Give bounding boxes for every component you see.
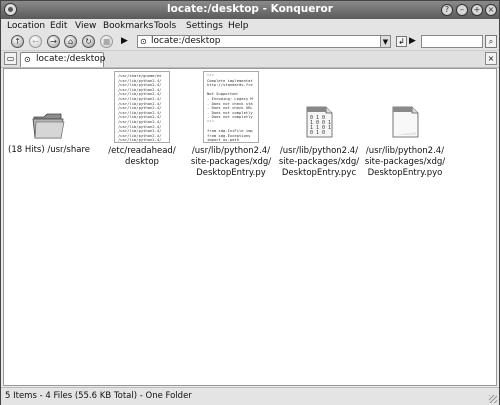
tab-label: locate:/desktop: [36, 54, 106, 64]
menu-settings[interactable]: Settings: [186, 21, 223, 31]
home-icon[interactable]: ⌂: [64, 35, 77, 48]
python-file-thumbnail-icon: """ Complete implementat http://standard…: [203, 71, 259, 143]
reload-icon[interactable]: ↻: [82, 35, 95, 48]
title-bar[interactable]: locate:/desktop - Konqueror ? – + ×: [1, 1, 499, 19]
file-item-folder[interactable]: (18 Hits) /usr/share: [6, 109, 92, 156]
main-toolbar: ↑ ← → ⌂ ↻ ■ ▶ ⊙ locate:/desktop ▼ ↲ ▶ ⌕: [1, 34, 499, 51]
location-dropdown-icon[interactable]: ▼: [381, 35, 391, 48]
menu-help[interactable]: Help: [228, 21, 249, 31]
up-arrow-icon[interactable]: ↑: [11, 35, 24, 48]
minimize-window-icon[interactable]: –: [456, 4, 468, 16]
stop-icon[interactable]: ■: [100, 35, 113, 48]
menu-edit[interactable]: Edit: [50, 21, 67, 31]
new-tab-icon[interactable]: ▭: [4, 52, 17, 65]
file-view[interactable]: (18 Hits) /usr/share /usr/share/gnome/ex…: [3, 68, 497, 386]
folder-icon: [32, 113, 65, 139]
svg-text:0 1 0: 0 1 0: [310, 130, 325, 136]
location-value: locate:/desktop: [151, 36, 221, 46]
file-item-label: (18 Hits) /usr/share: [8, 145, 90, 155]
search-location-icon: ⊙: [140, 37, 147, 46]
forward-arrow-icon[interactable]: →: [47, 35, 60, 48]
status-bar: 5 Items - 4 Files (55.6 KB Total) - One …: [1, 387, 499, 405]
file-item-desktopentry-py[interactable]: """ Complete implementat http://standard…: [188, 71, 274, 179]
close-window-icon[interactable]: ×: [485, 4, 497, 16]
menu-bar: Location Edit View Bookmarks Tools Setti…: [1, 19, 499, 34]
konqueror-window: locate:/desktop - Konqueror ? – + × Loca…: [0, 0, 500, 405]
file-item-label: /usr/lib/python2.4/ site-packages/xdg/ D…: [364, 146, 446, 178]
go-icon[interactable]: ↲: [396, 36, 407, 47]
text-file-thumbnail-icon: /usr/share/gnome/ex /usr/lib/python2.4/ …: [114, 71, 170, 143]
search-tab-icon: ⊙: [24, 55, 31, 64]
tab-bar: ▭ ⊙ locate:/desktop ×: [1, 51, 499, 68]
window-title: locate:/desktop - Konqueror: [167, 3, 333, 15]
menu-location[interactable]: Location: [7, 21, 45, 31]
search-label-icon: ▶: [409, 36, 416, 46]
file-item-desktopentry-pyc[interactable]: 0 1 0 1 0 0 1 1 1 0 1 0 1 0 /usr/lib/pyt…: [278, 105, 360, 179]
binary-file-icon: 0 1 0 1 0 0 1 1 1 0 1 0 1 0: [306, 106, 333, 138]
search-input[interactable]: [421, 35, 483, 48]
file-item-label: /usr/lib/python2.4/ site-packages/xdg/ D…: [190, 146, 272, 178]
file-item-label: /usr/lib/python2.4/ site-packages/xdg/ D…: [278, 146, 360, 178]
menu-view[interactable]: View: [75, 21, 96, 31]
location-input[interactable]: ⊙ locate:/desktop: [137, 35, 381, 48]
back-arrow-icon[interactable]: ←: [29, 35, 42, 48]
help-window-icon[interactable]: ?: [441, 4, 453, 16]
file-item-readahead[interactable]: /usr/share/gnome/ex /usr/lib/python2.4/ …: [101, 71, 183, 168]
tab-locate-desktop[interactable]: ⊙ locate:/desktop: [20, 52, 106, 67]
location-label-icon: ▶: [121, 36, 128, 46]
close-tab-icon[interactable]: ×: [485, 52, 497, 65]
menu-tools[interactable]: Tools: [154, 21, 176, 31]
file-item-desktopentry-pyo[interactable]: /usr/lib/python2.4/ site-packages/xdg/ D…: [364, 105, 446, 179]
maximize-window-icon[interactable]: +: [471, 4, 483, 16]
file-item-label: /etc/readahead/ desktop: [108, 146, 176, 167]
menu-bookmarks[interactable]: Bookmarks: [103, 21, 153, 31]
search-engine-icon[interactable]: ⌕: [485, 35, 497, 48]
resize-grip-icon[interactable]: [489, 395, 497, 403]
status-text: 5 Items - 4 Files (55.6 KB Total) - One …: [5, 391, 192, 401]
generic-file-icon: [392, 106, 419, 138]
